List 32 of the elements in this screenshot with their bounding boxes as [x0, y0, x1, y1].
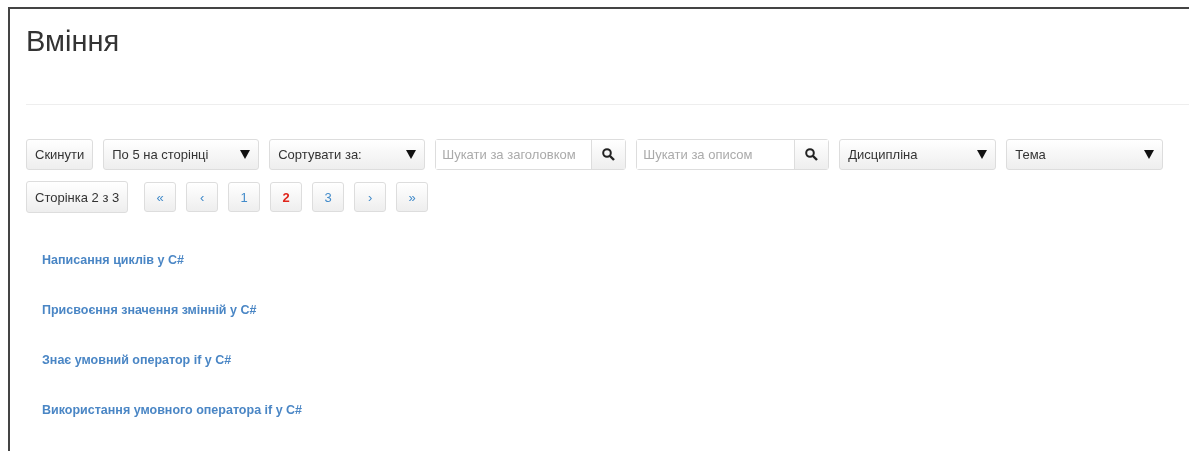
caret-icon	[406, 150, 417, 159]
page-button[interactable]: ‹	[186, 182, 219, 212]
search-button[interactable]	[794, 140, 829, 169]
dropdown-value: По 5 на сторінці	[112, 147, 209, 162]
search-icon	[805, 148, 819, 161]
reset-button[interactable]: Скинути	[26, 139, 94, 170]
page-button[interactable]: 2	[270, 182, 303, 212]
dropdown-value: Тема	[1015, 147, 1046, 162]
topic-dropdown[interactable]: Тема	[1006, 139, 1164, 170]
discipline-dropdown[interactable]: Дисципліна	[839, 139, 997, 170]
skill-link[interactable]: Написання циклів у C#	[42, 253, 184, 267]
skill-link[interactable]: Знає умовний оператор if у C#	[42, 353, 232, 367]
page-button[interactable]: »	[396, 182, 429, 212]
page-button[interactable]: 1	[228, 182, 261, 212]
page-title: Вміння	[26, 24, 121, 59]
skill-link[interactable]: Присвоєння значення змінній у C#	[42, 303, 257, 317]
per-page-dropdown[interactable]: По 5 на сторінці	[103, 139, 260, 170]
dropdown-value: Сортувати за:	[278, 147, 362, 162]
page-button[interactable]: «	[144, 182, 177, 212]
sort-dropdown[interactable]: Сортувати за:	[269, 139, 426, 170]
search-icon	[602, 148, 616, 161]
title-search-field[interactable]: Шукати за заголовком	[435, 139, 627, 170]
skill-link[interactable]: Використання умовного оператора if у C#	[42, 403, 303, 417]
caret-icon	[977, 150, 988, 159]
caret-icon	[1144, 150, 1155, 159]
description-search-field[interactable]: Шукати за описом	[636, 139, 830, 170]
page-button[interactable]: ›	[354, 182, 387, 212]
caret-icon	[240, 150, 251, 159]
dropdown-value: Дисципліна	[848, 147, 918, 162]
search-button[interactable]	[591, 140, 626, 169]
page-button[interactable]: 3	[312, 182, 345, 212]
page-info: Сторінка 2 з 3	[26, 181, 129, 213]
